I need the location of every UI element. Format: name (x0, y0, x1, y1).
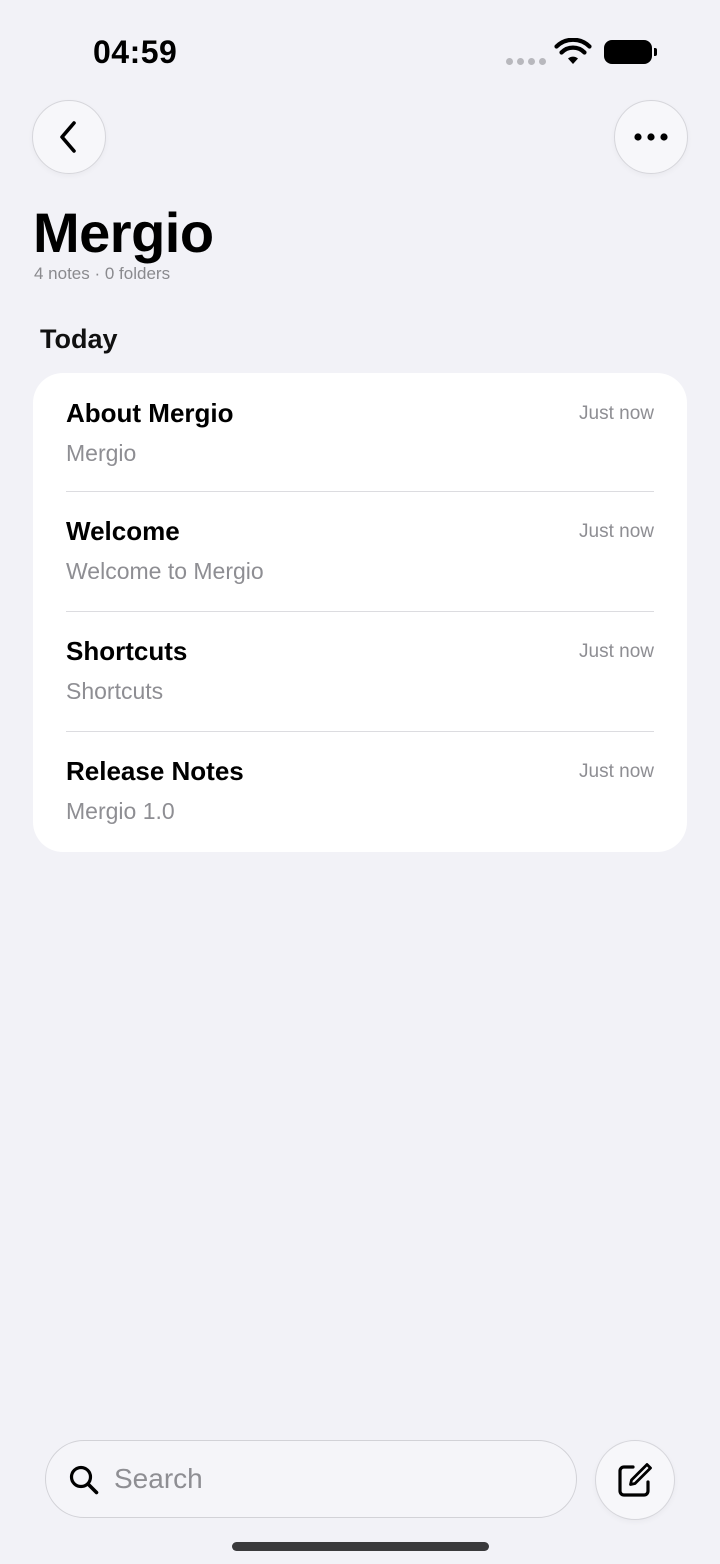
chevron-left-icon (60, 121, 76, 153)
note-timestamp: Just now (579, 521, 654, 542)
note-preview: Mergio 1.0 (66, 798, 175, 824)
search-icon (69, 1465, 99, 1495)
note-preview: Mergio (66, 440, 137, 466)
row-divider (66, 491, 654, 492)
section-header-today: Today (40, 324, 118, 354)
more-options-button[interactable] (614, 100, 688, 174)
page-title: Mergio (33, 201, 214, 264)
note-title: Release Notes (66, 756, 244, 786)
note-row[interactable]: About Mergio Mergio Just now (66, 373, 654, 493)
signal-icon (506, 58, 546, 65)
row-divider (66, 611, 654, 612)
search-bar[interactable] (45, 1440, 577, 1518)
status-time: 04:59 (93, 34, 178, 70)
note-title: Shortcuts (66, 636, 188, 666)
note-row[interactable]: Shortcuts Shortcuts Just now (66, 611, 654, 731)
note-title: About Mergio (66, 398, 234, 428)
row-divider (66, 731, 654, 732)
note-timestamp: Just now (579, 761, 654, 782)
notes-screen: 04:59 Mergio 4 notes · 0 folders Today A… (0, 0, 720, 1564)
wifi-icon (554, 38, 592, 64)
back-button[interactable] (32, 100, 106, 174)
note-row[interactable]: Welcome Welcome to Mergio Just now (66, 491, 654, 611)
note-preview: Shortcuts (66, 678, 164, 704)
home-indicator[interactable] (232, 1542, 489, 1551)
note-timestamp: Just now (579, 403, 654, 424)
notes-list: About Mergio Mergio Just now Welcome Wel… (33, 373, 687, 852)
note-row[interactable]: Release Notes Mergio 1.0 Just now (66, 731, 654, 851)
battery-icon (604, 40, 657, 64)
search-input[interactable] (114, 1441, 554, 1517)
note-timestamp: Just now (579, 641, 654, 662)
page-subtitle: 4 notes · 0 folders (34, 264, 171, 283)
note-title: Welcome (66, 516, 180, 546)
compose-icon (618, 1463, 652, 1497)
ellipsis-icon (634, 133, 668, 141)
new-note-button[interactable] (595, 1440, 675, 1520)
note-preview: Welcome to Mergio (66, 558, 264, 584)
